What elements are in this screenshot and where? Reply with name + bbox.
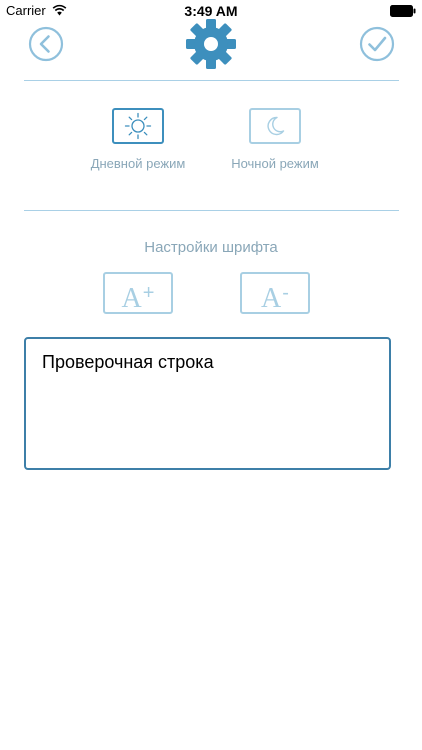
moon-icon [267, 116, 285, 136]
header-divider [24, 80, 399, 81]
section-divider [24, 210, 399, 211]
chevron-left-circle-icon [28, 26, 64, 62]
day-mode-button[interactable] [112, 108, 164, 144]
checkmark-circle-icon [359, 26, 395, 62]
font-increase-letter: A [121, 283, 142, 314]
font-settings-title: Настройки шрифта [144, 239, 278, 256]
battery-icon [390, 5, 416, 17]
gear-icon [186, 19, 236, 69]
night-mode-label: Ночной режим [231, 156, 319, 171]
done-button[interactable] [359, 26, 395, 62]
font-decrease-button[interactable]: A- [240, 272, 310, 314]
sun-icon [124, 112, 152, 140]
night-mode-button[interactable] [249, 108, 301, 144]
font-decrease-letter: A [261, 283, 282, 314]
day-mode-label: Дневной режим [90, 156, 186, 171]
preview-text: Проверочная строка [42, 352, 214, 372]
minus-icon: - [282, 282, 289, 304]
clock: 3:49 AM [184, 3, 238, 19]
plus-icon: + [142, 282, 155, 304]
back-button[interactable] [28, 26, 64, 62]
font-increase-button[interactable]: A+ [103, 272, 173, 314]
font-preview-box: Проверочная строка [24, 337, 391, 470]
